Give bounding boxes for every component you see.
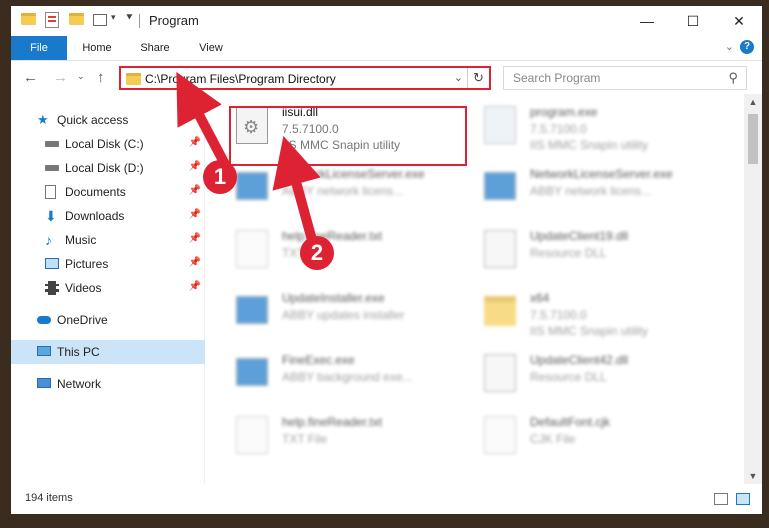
annotation-arrows [176, 71, 321, 245]
step-badge-1: 1 [203, 160, 237, 194]
step-badge-2: 2 [300, 236, 334, 270]
arrow-1 [176, 71, 233, 175]
arrow-2 [272, 135, 321, 245]
